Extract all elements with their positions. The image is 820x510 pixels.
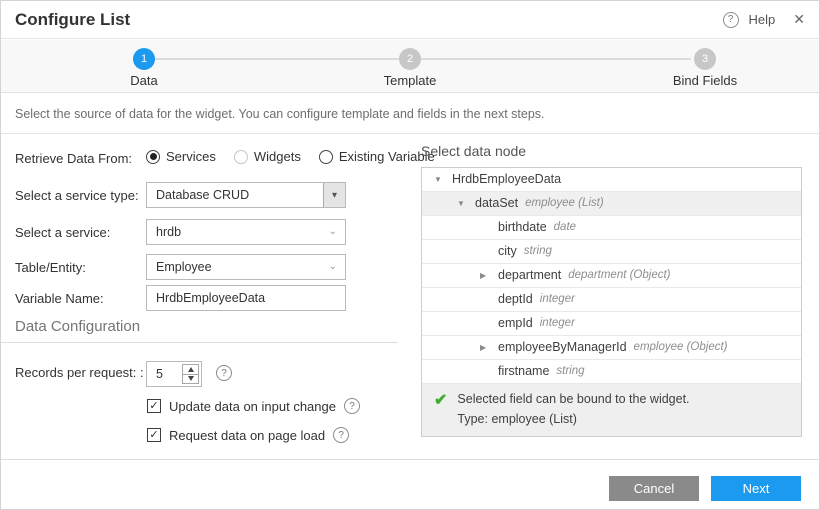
radio-services-label: Services: [166, 149, 216, 164]
step-3-label: Bind Fields: [645, 73, 765, 88]
select-data-node-heading: Select data node: [421, 143, 526, 159]
service-type-select[interactable]: Database CRUD ▾: [146, 182, 346, 208]
tree-row-birthdate[interactable]: birthdate date: [422, 216, 801, 240]
records-help-icon[interactable]: ?: [216, 365, 232, 381]
checkbox-checked-icon[interactable]: ✓: [147, 428, 161, 442]
step-connector-1: [155, 58, 399, 60]
chevron-down-icon[interactable]: ⌄: [329, 226, 337, 237]
service-label: Select a service:: [15, 225, 110, 240]
bind-message: Selected field can be bound to the widge…: [457, 392, 689, 406]
caret-right-icon[interactable]: ▶: [480, 336, 498, 359]
tree-row-deptId[interactable]: deptId integer: [422, 288, 801, 312]
help-link[interactable]: Help: [749, 12, 776, 27]
step-1-circle[interactable]: 1: [133, 48, 155, 70]
radio-unselected-icon[interactable]: [319, 150, 333, 164]
caret-down-icon[interactable]: ▼: [434, 168, 452, 191]
radio-existing-variable[interactable]: Existing Variable: [319, 149, 435, 164]
caret-down-icon[interactable]: ▼: [457, 192, 475, 215]
check-icon: ✔: [434, 392, 447, 426]
radio-widgets-label: Widgets: [254, 149, 301, 164]
cancel-button[interactable]: Cancel: [609, 476, 699, 501]
tree-row-empId[interactable]: empId integer: [422, 312, 801, 336]
node-type: department (Object): [568, 264, 670, 287]
service-type-value: Database CRUD: [156, 188, 249, 202]
node-type: employee (List): [525, 192, 604, 215]
data-node-tree: ▼HrdbEmployeeData▼dataSetemployee (List)…: [421, 167, 802, 437]
records-per-request-label: Records per request: :: [15, 365, 144, 380]
node-type: string: [556, 360, 584, 383]
node-type: integer: [540, 312, 575, 335]
radio-widgets[interactable]: Widgets: [234, 149, 301, 164]
request-data-checkbox-row: ✓ Request data on page load ?: [147, 427, 349, 443]
node-type: string: [524, 240, 552, 263]
node-type: integer: [540, 288, 575, 311]
dialog-subtitle: Select the source of data for the widget…: [1, 94, 819, 134]
radio-unselected-icon[interactable]: [234, 150, 248, 164]
tree-row-department[interactable]: ▶department department (Object): [422, 264, 801, 288]
service-value: hrdb: [156, 225, 181, 239]
section-divider: [1, 342, 398, 343]
bind-type: Type: employee (List): [457, 412, 689, 426]
service-select[interactable]: hrdb ⌄: [146, 219, 346, 245]
radio-selected-icon[interactable]: [146, 150, 160, 164]
records-per-request-value: 5: [147, 362, 182, 386]
caret-right-icon[interactable]: ▶: [480, 264, 498, 287]
tree-row-dataSet[interactable]: ▼dataSet employee (List): [422, 192, 801, 216]
chevron-down-icon[interactable]: ▾: [323, 183, 345, 207]
variable-name-input[interactable]: HrdbEmployeeData: [146, 285, 346, 311]
table-entity-select[interactable]: Employee ⌄: [146, 254, 346, 280]
radio-services[interactable]: Services: [146, 149, 216, 164]
retrieve-data-from-label: Retrieve Data From:: [15, 151, 132, 166]
node-name: birthdate: [498, 216, 547, 239]
step-1-label: Data: [84, 73, 204, 88]
subtitle-text: Select the source of data for the widget…: [15, 107, 545, 121]
checkbox-checked-icon[interactable]: ✓: [147, 399, 161, 413]
step-2-circle[interactable]: 2: [399, 48, 421, 70]
service-type-label: Select a service type:: [15, 188, 139, 203]
node-name: HrdbEmployeeData: [452, 168, 561, 191]
configure-list-dialog: Configure List ? Help ✕ 1 Data 2 Templat…: [0, 0, 820, 510]
node-name: department: [498, 264, 561, 287]
update-data-checkbox-row: ✓ Update data on input change ?: [147, 398, 360, 414]
request-data-checkbox-label: Request data on page load: [169, 428, 325, 443]
wizard-stepper: 1 Data 2 Template 3 Bind Fields: [1, 40, 819, 93]
data-configuration-heading: Data Configuration: [15, 318, 140, 335]
node-name: employeeByManagerId: [498, 336, 627, 359]
tree-row-firstname[interactable]: firstname string: [422, 360, 801, 384]
stepper-down-icon[interactable]: [183, 375, 198, 384]
tree-footer: ✔ Selected field can be bound to the wid…: [422, 384, 801, 436]
request-data-help-icon[interactable]: ?: [333, 427, 349, 443]
variable-name-value: HrdbEmployeeData: [156, 291, 265, 305]
next-button[interactable]: Next: [711, 476, 801, 501]
node-name: empId: [498, 312, 533, 335]
tree-row-HrdbEmployeeData[interactable]: ▼HrdbEmployeeData: [422, 168, 801, 192]
help-icon[interactable]: ?: [723, 12, 739, 28]
tree-row-employeeByManagerId[interactable]: ▶employeeByManagerId employee (Object): [422, 336, 801, 360]
node-type: date: [554, 216, 576, 239]
stepper-up-icon[interactable]: [183, 365, 198, 375]
node-type: employee (Object): [634, 336, 728, 359]
close-icon[interactable]: ✕: [793, 11, 805, 28]
node-name: firstname: [498, 360, 549, 383]
node-name: deptId: [498, 288, 533, 311]
node-name: dataSet: [475, 192, 518, 215]
update-data-help-icon[interactable]: ?: [344, 398, 360, 414]
tree-row-city[interactable]: city string: [422, 240, 801, 264]
dialog-header: Configure List ? Help ✕: [1, 1, 819, 39]
chevron-down-icon[interactable]: ⌄: [329, 261, 337, 272]
table-entity-value: Employee: [156, 260, 212, 274]
table-entity-label: Table/Entity:: [15, 260, 86, 275]
step-connector-2: [421, 58, 691, 60]
update-data-checkbox-label: Update data on input change: [169, 399, 336, 414]
step-3-circle[interactable]: 3: [694, 48, 716, 70]
footer-divider: [1, 459, 819, 460]
retrieve-data-radio-group: Services Widgets Existing Variable: [146, 149, 435, 164]
stepper-buttons: [182, 364, 199, 384]
records-per-request-stepper[interactable]: 5: [146, 361, 202, 387]
page-title: Configure List: [15, 10, 130, 30]
node-name: city: [498, 240, 517, 263]
variable-name-label: Variable Name:: [15, 291, 104, 306]
step-2-label: Template: [350, 73, 470, 88]
